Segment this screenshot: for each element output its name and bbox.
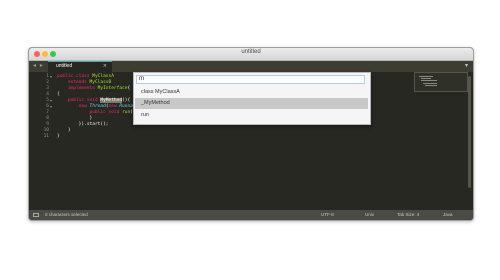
window-title: untitled xyxy=(241,49,261,55)
line-endings-status[interactable]: Unix xyxy=(365,210,374,220)
syntax-status[interactable]: Java xyxy=(443,210,453,220)
title-bar: untitled xyxy=(29,48,473,61)
navigation-arrows-icon[interactable]: ◂ ▸ xyxy=(33,62,44,69)
goto-symbol-popup: class MyClassA _MyMethod run xyxy=(133,72,371,125)
tab-bar: ◂ ▸ untitled × ▾ xyxy=(29,61,473,73)
tab-close-icon[interactable]: × xyxy=(103,63,107,69)
tab-label: untitled xyxy=(56,63,73,69)
status-bar: 0 characters selected UTF-8 Unix Tab Siz… xyxy=(29,210,473,220)
fold-arrow-icon[interactable]: ▾ xyxy=(50,98,52,103)
symbol-item-selected[interactable]: _MyMethod xyxy=(135,98,368,109)
fold-arrow-icon[interactable]: ▾ xyxy=(50,104,52,109)
fold-arrow-icon[interactable]: ▾ xyxy=(50,74,52,79)
tab-size-status[interactable]: Tab Size: 4 xyxy=(397,210,419,220)
tab-dropdown-icon[interactable]: ▾ xyxy=(465,62,468,69)
selection-status: 0 characters selected xyxy=(45,212,88,217)
vertical-scrollbar[interactable] xyxy=(468,76,471,188)
minimap[interactable] xyxy=(414,72,468,92)
line-number-gutter: 1 2 3 4 5 6 7 8 9 10 11 xyxy=(29,74,49,140)
code-line[interactable]: } xyxy=(57,134,149,140)
encoding-status[interactable]: UTF-8 xyxy=(321,210,334,220)
symbol-search-input[interactable] xyxy=(136,75,365,84)
line-number: 11 xyxy=(43,134,49,139)
panel-toggle-icon[interactable] xyxy=(33,213,39,217)
symbol-item[interactable]: class MyClassA xyxy=(135,87,368,98)
symbol-item[interactable]: run xyxy=(135,110,368,121)
